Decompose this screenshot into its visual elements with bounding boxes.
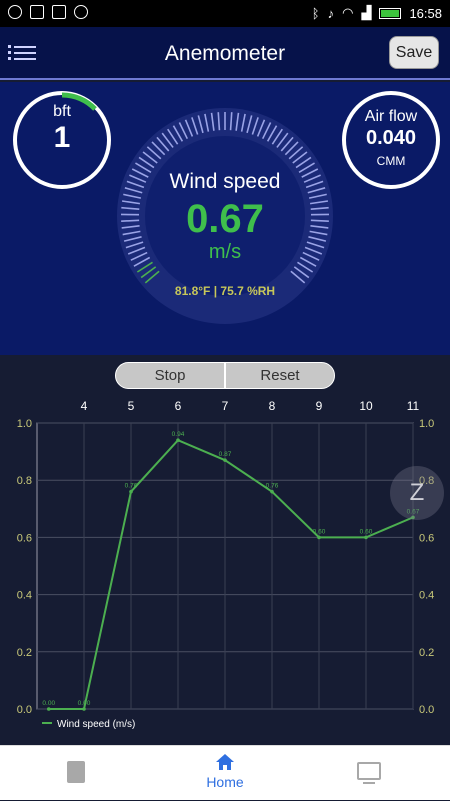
bft-indicator: bft 1 — [13, 91, 111, 189]
data-label: 0.60 — [313, 528, 326, 535]
gauge-title: Wind speed — [113, 170, 337, 194]
nav-item-home[interactable]: Home — [150, 746, 300, 801]
battery-icon — [379, 8, 401, 19]
data-point — [82, 707, 86, 711]
data-label: 0.00 — [78, 700, 91, 707]
wifi-icon: ◠ — [342, 5, 353, 21]
data-point — [364, 536, 368, 540]
control-buttons: Stop Reset — [115, 362, 335, 389]
data-label: 0.76 — [125, 483, 138, 490]
nav-item-library[interactable] — [0, 746, 150, 801]
y-tick-label-left: 1.0 — [17, 418, 32, 430]
bluetooth-icon: ᛒ — [312, 6, 320, 21]
home-icon — [215, 752, 235, 772]
measurement-panel: bft 1 Wind speed 0.67 m/s 81.8°F | 75.7 … — [0, 82, 450, 355]
clock: 16:58 — [409, 6, 442, 21]
reset-button[interactable]: Reset — [225, 362, 335, 389]
gauge-environment: 81.8°F | 75.7 %RH — [113, 284, 337, 298]
x-tick-label: 8 — [269, 399, 276, 413]
stop-button[interactable]: Stop — [115, 362, 225, 389]
y-tick-label-left: 0.8 — [17, 475, 32, 487]
y-tick-label-left: 0.2 — [17, 647, 32, 659]
y-tick-label-right: 0.0 — [419, 704, 434, 716]
shield-icon — [8, 5, 22, 19]
data-label: 0.00 — [42, 700, 55, 707]
data-point — [176, 438, 180, 442]
chat-icon — [74, 5, 88, 19]
y-tick-label-right: 0.6 — [419, 532, 434, 544]
usb-icon — [52, 5, 66, 19]
zoom-button[interactable]: Z — [390, 466, 444, 520]
data-point — [47, 707, 51, 711]
data-point — [223, 458, 227, 462]
data-label: 0.94 — [172, 431, 185, 438]
wind-speed-chart: 0.00.00.20.20.40.40.60.60.80.81.01.04567… — [0, 393, 450, 743]
y-tick-label-right: 0.2 — [419, 647, 434, 659]
legend-label: Wind speed (m/s) — [57, 719, 135, 730]
page-title: Anemometer — [0, 42, 450, 66]
signal-icon: ▟ — [361, 5, 371, 21]
data-label: 0.87 — [219, 451, 232, 458]
image-icon — [30, 5, 44, 19]
x-tick-label: 5 — [128, 399, 135, 413]
x-tick-label: 10 — [359, 399, 373, 413]
y-tick-label-left: 0.4 — [17, 590, 32, 602]
data-point — [129, 490, 133, 494]
y-tick-label-right: 1.0 — [419, 418, 434, 430]
book-icon — [67, 761, 85, 783]
gauge-value: 0.67 — [113, 197, 337, 242]
status-bar: ᛒ ♪ ◠ ▟ 16:58 — [0, 0, 450, 27]
airflow-label: Air flow — [346, 108, 436, 126]
mute-icon: ♪ — [328, 6, 335, 21]
x-tick-label: 6 — [175, 399, 182, 413]
x-tick-label: 7 — [222, 399, 229, 413]
nav-item-device[interactable] — [300, 746, 450, 801]
x-tick-label: 11 — [407, 399, 420, 413]
gauge-unit: m/s — [113, 241, 337, 264]
monitor-icon — [357, 762, 381, 780]
data-point — [317, 536, 321, 540]
data-label: 0.60 — [360, 528, 373, 535]
airflow-value: 0.040 — [346, 127, 436, 150]
airflow-unit: CMM — [346, 154, 436, 168]
y-tick-label-left: 0.6 — [17, 532, 32, 544]
app-header: Anemometer Save — [0, 27, 450, 80]
nav-home-label: Home — [150, 774, 300, 790]
airflow-indicator: Air flow 0.040 CMM — [342, 91, 440, 189]
x-tick-label: 4 — [81, 399, 88, 413]
y-tick-label-right: 0.4 — [419, 590, 434, 602]
bft-arc — [13, 91, 111, 189]
data-label: 0.76 — [266, 483, 279, 490]
data-point — [270, 490, 274, 494]
y-tick-label-left: 0.0 — [17, 704, 32, 716]
save-button[interactable]: Save — [389, 36, 439, 69]
x-tick-label: 9 — [316, 399, 323, 413]
bottom-nav: Home — [0, 745, 450, 800]
